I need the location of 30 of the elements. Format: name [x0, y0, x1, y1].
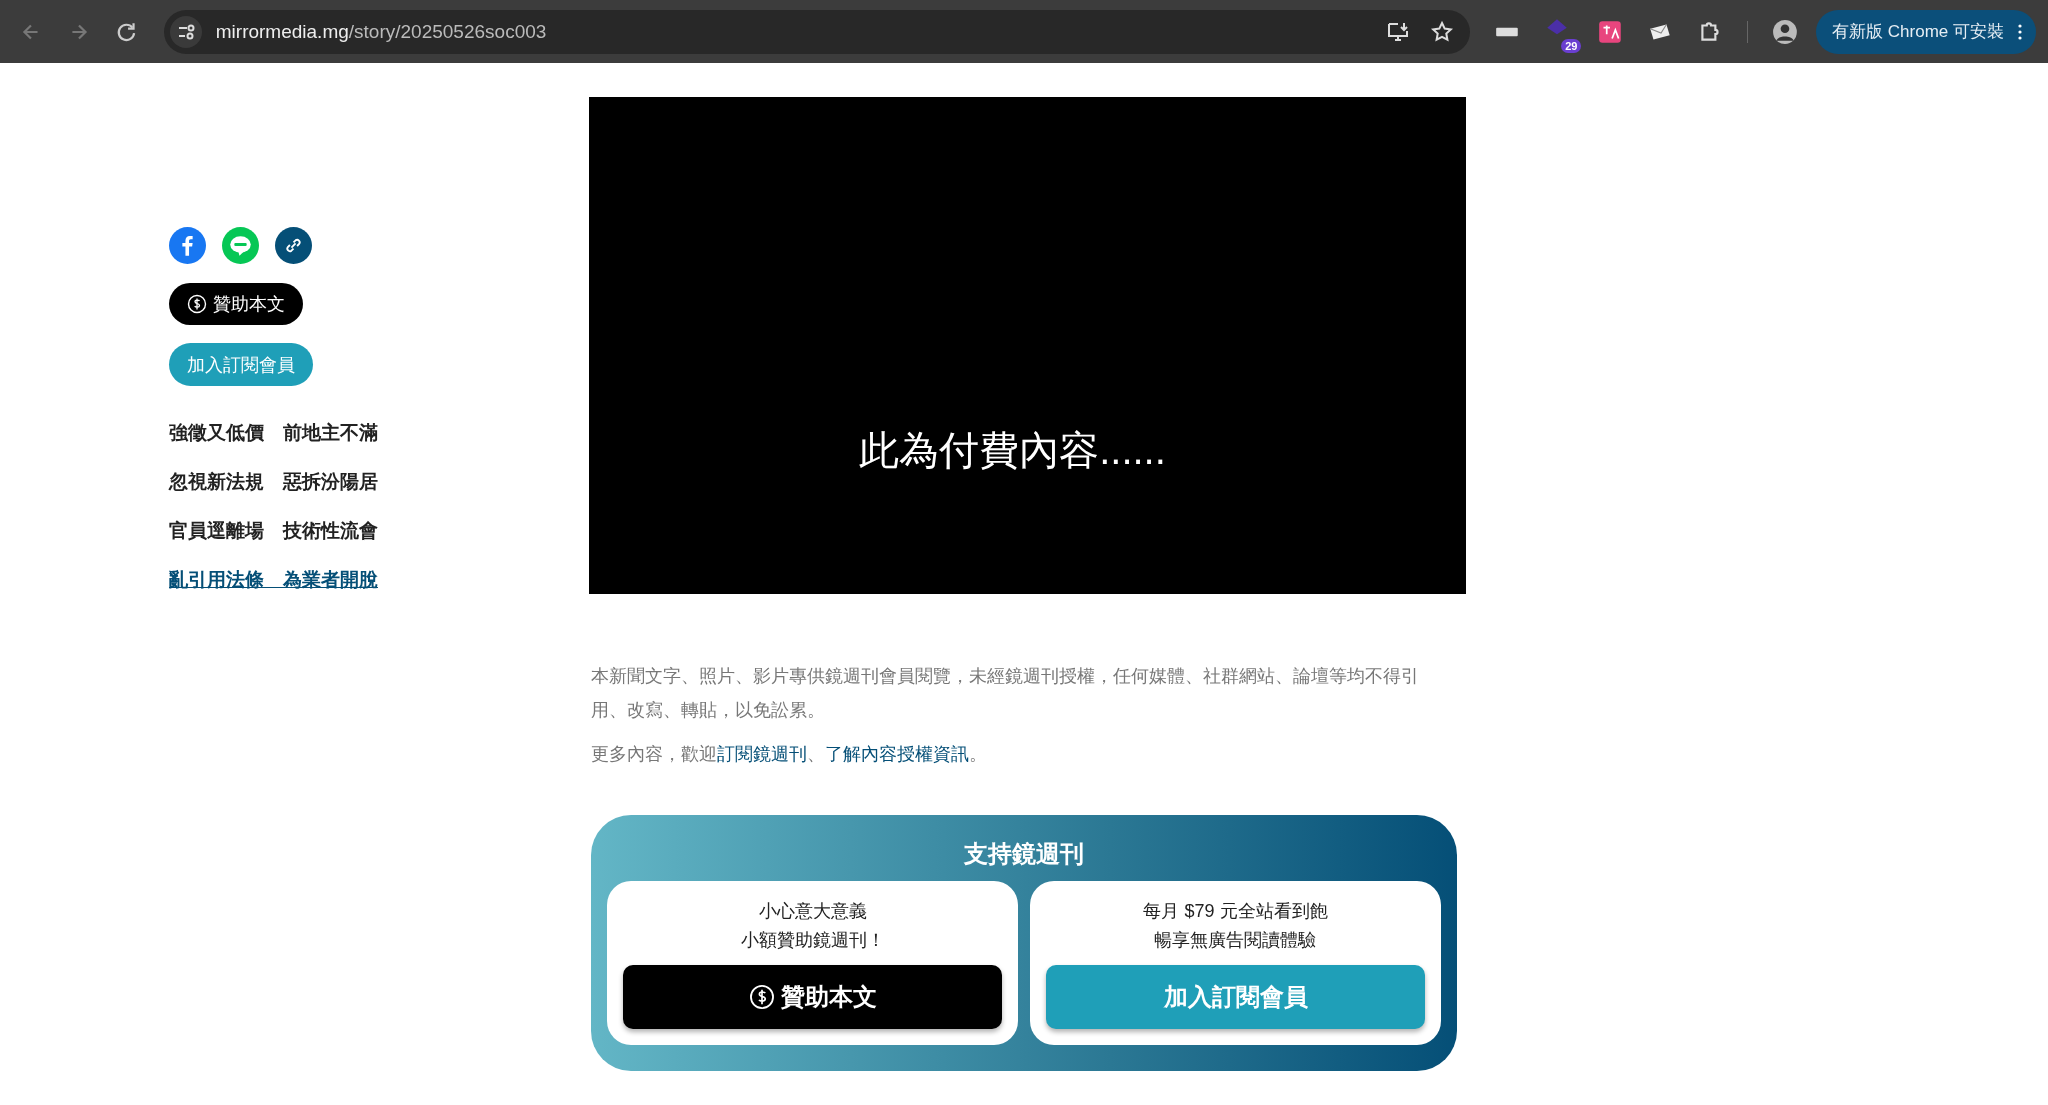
card-text: 小心意大意義 小額贊助鏡週刊！: [740, 900, 885, 952]
headline-link[interactable]: 亂引用法條 為業者開脫: [169, 567, 378, 592]
url-text: mirrormedia.mg/story/20250526soc003: [215, 20, 548, 43]
site-settings-icon[interactable]: [169, 15, 202, 48]
more-link[interactable]: 了解內容授權資訊: [825, 744, 969, 764]
profile-avatar-icon[interactable]: [1772, 18, 1799, 45]
copyright-notice: 本新聞文字、照片、影片專供鏡週刊會員閱覽，未經鏡週刊授權，任何媒體、社群網站、論壇等均不得引用、改寫、轉貼，以免訟累。: [591, 665, 1420, 722]
coin-icon: [748, 984, 775, 1010]
star-icon[interactable]: [1429, 19, 1454, 44]
sponsor-button[interactable]: 贊助本文: [623, 965, 1002, 1029]
more-text: 更多內容，歡迎: [591, 744, 717, 764]
more-text: 。: [969, 744, 987, 764]
coin-icon: [187, 294, 207, 314]
headline-text: 強徵又低價 前地主不滿: [169, 421, 378, 445]
more-link[interactable]: 訂閱鏡週刊: [717, 744, 807, 764]
more-text: 、: [807, 744, 825, 764]
link-icon[interactable]: [275, 227, 312, 264]
support-title: 支持鏡週刊: [964, 839, 1084, 869]
update-chrome-button[interactable]: 有新版 Chrome 可安裝: [1816, 9, 2036, 54]
headline-text: 忽視新法規 惡拆汾陽居: [169, 470, 378, 494]
card-text: 每月 $79 元全站看到飽 暢享無廣告閱讀體驗: [1143, 900, 1328, 952]
paywall-message: 此為付費內容......: [859, 427, 1166, 474]
headline-text: 官員逕離場 技術性流會: [169, 519, 378, 543]
sponsor-button[interactable]: 贊助本文: [169, 283, 303, 325]
translate-extension-icon[interactable]: [1597, 18, 1624, 45]
more-menu-icon[interactable]: [2018, 23, 2022, 40]
address-bar[interactable]: mirrormedia.mg/story/20250526soc003: [163, 9, 1470, 54]
facebook-icon[interactable]: [169, 227, 206, 264]
extension-badge: 29: [1561, 38, 1582, 53]
reload-icon[interactable]: [115, 20, 138, 43]
